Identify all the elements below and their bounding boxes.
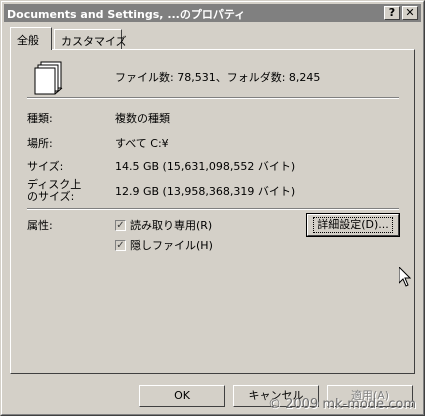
size-on-disk-value: 12.9 GB (13,958,368,319 バイト)	[115, 185, 296, 198]
close-button[interactable]: ✕	[402, 6, 418, 20]
hidden-label[interactable]: 隠しファイル(H)	[130, 237, 213, 253]
size-label: サイズ:	[27, 160, 64, 173]
advanced-button-label: 詳細設定(D)...	[313, 217, 393, 233]
size-on-disk-label: ディスク上 のサイズ:	[27, 178, 82, 203]
hidden-checkbox[interactable]: ✓	[115, 240, 126, 251]
ok-button[interactable]: OK	[139, 385, 225, 407]
help-button[interactable]: ?	[384, 6, 400, 20]
type-label: 種類:	[27, 112, 53, 125]
watermark: © 2009 mk-mode.com	[268, 397, 416, 412]
properties-dialog: Documents and Settings, ...のプロパティ ? ✕ 全般…	[0, 0, 425, 416]
readonly-label[interactable]: 読み取り専用(R)	[130, 217, 212, 233]
attributes-label: 属性:	[27, 219, 53, 232]
size-value: 14.5 GB (15,631,098,552 バイト)	[115, 160, 296, 173]
advanced-button[interactable]: 詳細設定(D)...	[306, 213, 400, 237]
tab-customize[interactable]: カスタマイズ	[54, 29, 127, 49]
file-folder-count: ファイル数: 78,531、フォルダ数: 8,245	[115, 71, 321, 84]
folder-stack-icon	[34, 61, 63, 95]
location-label: 場所:	[27, 137, 53, 150]
window-title: Documents and Settings, ...のプロパティ	[7, 8, 246, 21]
readonly-checkbox[interactable]: ✓	[115, 220, 126, 231]
title-bar[interactable]: Documents and Settings, ...のプロパティ ? ✕	[4, 4, 421, 22]
location-value: すべて C:¥	[115, 137, 169, 150]
type-value: 複数の種類	[115, 112, 170, 125]
divider	[27, 97, 399, 99]
general-panel: ファイル数: 78,531、フォルダ数: 8,245 種類: 複数の種類 場所:…	[10, 49, 415, 374]
tab-general[interactable]: 全般	[10, 27, 52, 50]
divider	[27, 208, 399, 210]
